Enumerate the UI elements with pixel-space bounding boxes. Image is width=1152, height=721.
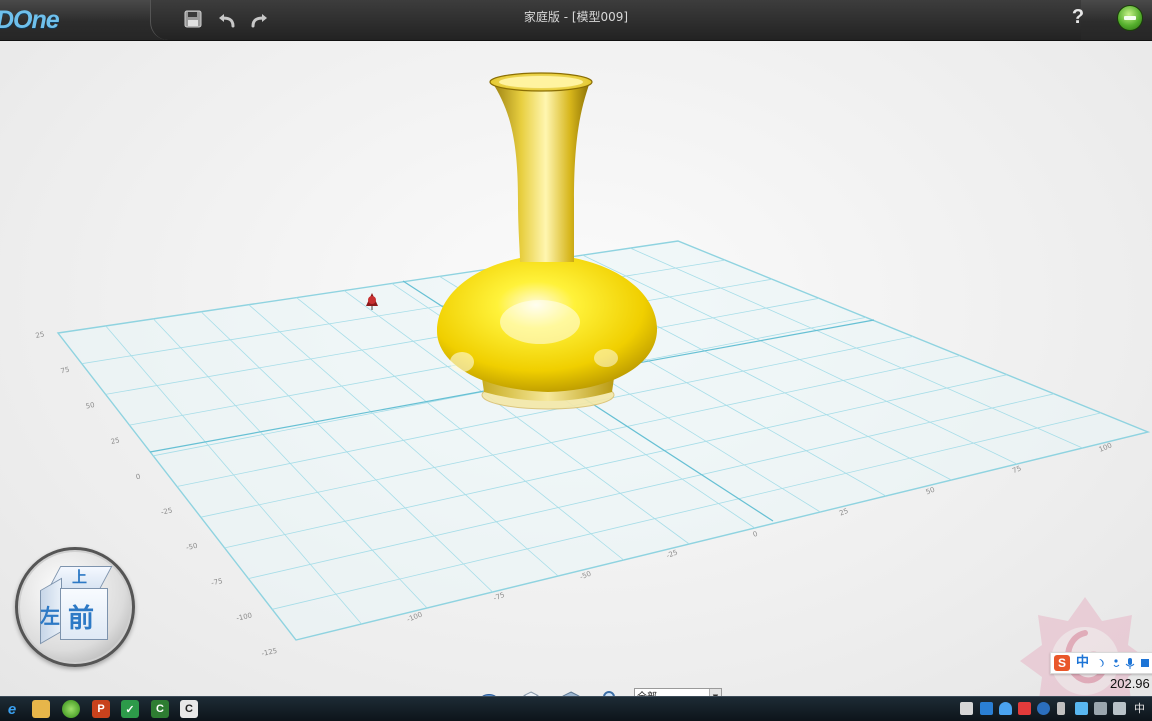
volume-icon[interactable] — [1113, 702, 1126, 715]
view-cube-faces: 上 左 前 — [32, 562, 118, 648]
camtasia-icon[interactable]: C — [151, 700, 169, 718]
solid-view-button[interactable] — [560, 689, 582, 696]
minimize-button[interactable] — [1117, 5, 1143, 31]
eye-button[interactable] — [478, 689, 500, 696]
app-logo: DOne — [0, 6, 60, 34]
3d-viewport[interactable]: 25 75 50 25 0 -25 -50 -75 -100 -125 -100 -75 -50 -25… — [0, 41, 1152, 696]
grid-tick-label: -75 — [492, 591, 506, 603]
powerpoint-icon[interactable]: P — [92, 700, 110, 718]
grid-tick-label: -100 — [236, 611, 253, 622]
grid-tick-label: 75 — [1011, 464, 1022, 475]
window-title: 家庭版 - [模型009] — [523, 10, 629, 24]
tray-sync-icon[interactable] — [1037, 702, 1050, 715]
folder-icon[interactable] — [32, 700, 50, 718]
ime-toolbar[interactable]: S 中 — [1050, 652, 1152, 674]
grid-tick-label: 25 — [110, 436, 120, 446]
ime-logo: S — [1054, 655, 1070, 671]
view-toolbar: 全部 ▼ — [422, 682, 770, 696]
ime-language-label[interactable]: 中 — [1076, 654, 1089, 672]
grid-tick-label: -75 — [211, 577, 224, 587]
grid-tick-label: -25 — [160, 506, 173, 516]
cube-front-label: 前 — [68, 604, 95, 634]
tray-alert-icon[interactable] — [1018, 702, 1031, 715]
redo-button[interactable] — [246, 6, 272, 32]
app-c-icon[interactable]: C — [180, 700, 198, 718]
scene: 257550250-25-50-75-100-125 -100-75-50-25… — [35, 72, 1151, 658]
undo-icon — [219, 14, 235, 28]
grid-tick-label: -125 — [261, 647, 278, 658]
tray-app-icon[interactable] — [960, 702, 973, 715]
grid-tick-label: -50 — [185, 542, 198, 552]
chevron-down-icon[interactable]: ▼ — [709, 689, 721, 696]
tray-star-icon[interactable] — [1075, 702, 1088, 715]
grid-tick-label: 50 — [85, 401, 95, 411]
shield-icon[interactable] — [999, 702, 1012, 715]
grid-tick-label: -50 — [579, 570, 593, 582]
usb-icon[interactable] — [1057, 702, 1065, 715]
grid-tick-label: 75 — [60, 366, 70, 376]
help-button[interactable]: ? — [1066, 4, 1090, 30]
view-cube[interactable]: 上 左 前 — [15, 547, 135, 667]
view-select[interactable]: 全部 ▼ — [634, 688, 722, 696]
ime-tools-icons — [1099, 658, 1149, 669]
save-button[interactable] — [180, 6, 206, 32]
grid-tick-label: 0 — [135, 473, 141, 482]
grid-tick-label: 0 — [752, 530, 759, 539]
tray-ime-indicator[interactable]: 中 — [1134, 700, 1145, 718]
status-counter: 202.96 — [1110, 676, 1150, 691]
zoom-button[interactable] — [600, 689, 622, 696]
wireframe-button[interactable] — [520, 689, 542, 696]
app-green-icon[interactable]: ✓ — [121, 700, 139, 718]
vase-model[interactable] — [436, 72, 658, 410]
cube-top-label: 上 — [72, 568, 88, 586]
grid-tick-label: 50 — [925, 486, 936, 497]
grid-tick-label: 25 — [838, 507, 849, 518]
title-bar: DOne 家庭版 - [模型009] ? — [0, 0, 1152, 41]
grid-tick-label: -25 — [665, 548, 679, 560]
ie-icon[interactable]: e — [3, 700, 21, 718]
grid-tick-label: 25 — [35, 330, 45, 340]
redo-icon — [251, 14, 267, 28]
tray-flag-icon[interactable] — [1094, 702, 1107, 715]
save-icon — [184, 10, 202, 28]
browser-icon[interactable] — [62, 700, 80, 718]
tray-network-icon[interactable] — [980, 702, 993, 715]
undo-button[interactable] — [214, 6, 240, 32]
taskbar: e P ✓ C C 中 — [0, 696, 1152, 721]
cube-left-label: 左 — [40, 604, 60, 628]
